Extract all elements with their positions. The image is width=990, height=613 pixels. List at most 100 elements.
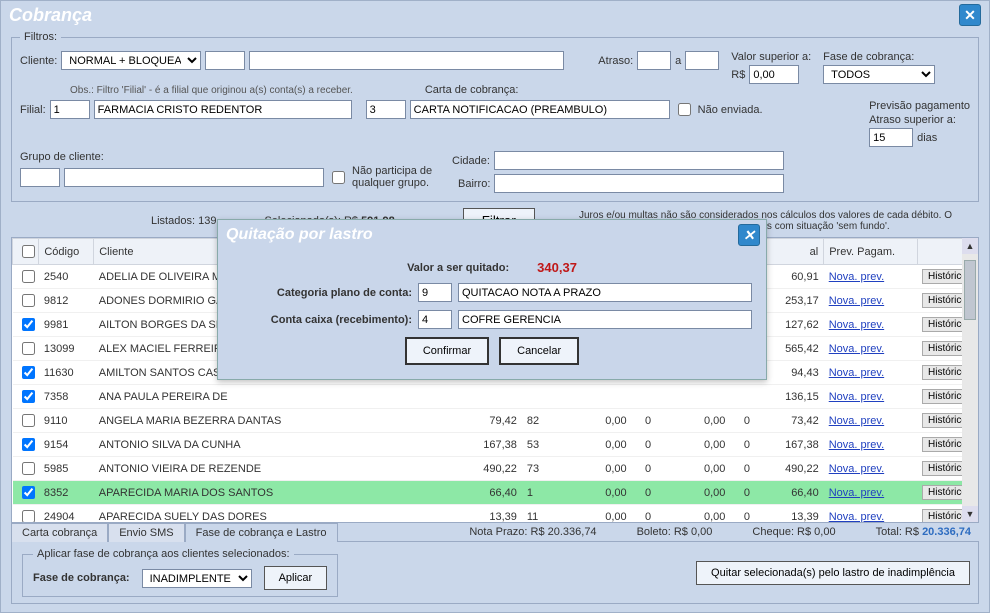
nova-prev-link[interactable]: Nova. prev.	[829, 271, 884, 283]
table-row[interactable]: 9154ANTONIO SILVA DA CUNHA167,38530,0000…	[13, 433, 978, 457]
row-checkbox[interactable]	[22, 462, 35, 475]
caixa-name-input[interactable]	[458, 310, 752, 329]
carta-name-input[interactable]	[410, 100, 670, 119]
table-row[interactable]: 5985ANTONIO VIEIRA DE REZENDE490,22730,0…	[13, 457, 978, 481]
nova-prev-link[interactable]: Nova. prev.	[829, 463, 884, 475]
row-checkbox[interactable]	[22, 318, 35, 331]
tab-carta-cobranca[interactable]: Carta cobrança	[11, 523, 108, 542]
grupo-name-input[interactable]	[64, 168, 324, 187]
table-row[interactable]: 24904APARECIDA SUELY DAS DORES13,39110,0…	[13, 505, 978, 524]
bairro-input[interactable]	[494, 174, 784, 193]
nao-participa-checkbox[interactable]	[332, 171, 345, 184]
filial-name-input[interactable]	[94, 100, 352, 119]
previsao-label1: Previsão pagamento	[869, 100, 970, 112]
grupo-label: Grupo de cliente:	[20, 151, 440, 163]
row-checkbox[interactable]	[22, 390, 35, 403]
total-value: 20.336,74	[922, 526, 971, 538]
nao-enviada-checkbox[interactable]	[678, 103, 691, 116]
row-codigo: 9981	[39, 313, 94, 337]
dialog-close-icon[interactable]: ✕	[738, 224, 760, 246]
atraso-from-input[interactable]	[637, 51, 671, 70]
quitar-button[interactable]: Quitar selecionada(s) pelo lastro de ina…	[696, 561, 970, 585]
total-nota: Nota Prazo: R$ 20.336,74	[469, 526, 596, 538]
row-al: 94,43	[763, 361, 823, 385]
listados-label: Listados:	[151, 215, 195, 227]
row-codigo: 11630	[39, 361, 94, 385]
valor-value: 340,37	[537, 260, 577, 275]
row-al: 167,38	[763, 433, 823, 457]
row-checkbox[interactable]	[22, 342, 35, 355]
previsao-input[interactable]	[869, 128, 913, 147]
caixa-code-input[interactable]	[418, 310, 452, 329]
cancelar-button[interactable]: Cancelar	[499, 337, 579, 365]
cidade-input[interactable]	[494, 151, 784, 170]
atraso-a: a	[675, 55, 681, 67]
dialog-title: Quitação por lastro	[226, 226, 373, 243]
categoria-code-input[interactable]	[418, 283, 452, 302]
previsao-label2: Atraso superior a:	[869, 114, 970, 126]
valor-label: Valor a ser quitado:	[407, 262, 509, 274]
nova-prev-link[interactable]: Nova. prev.	[829, 367, 884, 379]
row-codigo: 7358	[39, 385, 94, 409]
cliente-name-input[interactable]	[249, 51, 564, 70]
nova-prev-link[interactable]: Nova. prev.	[829, 439, 884, 451]
close-icon[interactable]: ✕	[959, 4, 981, 26]
row-checkbox[interactable]	[22, 510, 35, 523]
nova-prev-link[interactable]: Nova. prev.	[829, 487, 884, 499]
scroll-down-icon[interactable]: ▼	[962, 506, 978, 522]
nova-prev-link[interactable]: Nova. prev.	[829, 511, 884, 523]
col-codigo[interactable]: Código	[39, 239, 94, 265]
row-codigo: 9110	[39, 409, 94, 433]
vertical-scrollbar[interactable]: ▲ ▼	[962, 238, 978, 522]
row-checkbox[interactable]	[22, 438, 35, 451]
nova-prev-link[interactable]: Nova. prev.	[829, 391, 884, 403]
row-checkbox[interactable]	[22, 294, 35, 307]
apply-fieldset: Aplicar fase de cobrança aos clientes se…	[22, 548, 338, 597]
cliente-select[interactable]: NORMAL + BLOQUEADO	[61, 51, 201, 70]
row-al: 127,62	[763, 313, 823, 337]
fase-select-top[interactable]: TODOS	[823, 65, 935, 84]
categoria-label: Categoria plano de conta:	[232, 287, 412, 299]
row-checkbox[interactable]	[22, 414, 35, 427]
row-cliente: ANGELA MARIA BEZERRA DANTAS	[94, 409, 456, 433]
total-cheque: Cheque: R$ 0,00	[752, 526, 835, 538]
atraso-to-input[interactable]	[685, 51, 719, 70]
row-al: 565,42	[763, 337, 823, 361]
scroll-up-icon[interactable]: ▲	[962, 238, 978, 254]
table-row[interactable]: 7358ANA PAULA PEREIRA DE136,15Nova. prev…	[13, 385, 978, 409]
cliente-code-input[interactable]	[205, 51, 245, 70]
nova-prev-link[interactable]: Nova. prev.	[829, 295, 884, 307]
scroll-thumb[interactable]	[964, 260, 976, 320]
row-checkbox[interactable]	[22, 270, 35, 283]
listados-val: 139	[198, 215, 216, 227]
aplicar-button[interactable]: Aplicar	[264, 566, 328, 590]
nao-participa-label: Não participa de qualquer grupo.	[352, 165, 440, 189]
grupo-code-input[interactable]	[20, 168, 60, 187]
row-checkbox[interactable]	[22, 486, 35, 499]
tab-fase-lastro[interactable]: Fase de cobrança e Lastro	[185, 523, 338, 542]
fase-select-bottom[interactable]: INADIMPLENTE	[142, 569, 252, 588]
confirmar-button[interactable]: Confirmar	[405, 337, 489, 365]
categoria-name-input[interactable]	[458, 283, 752, 302]
carta-label: Carta de cobrança:	[425, 84, 519, 96]
table-row[interactable]: 8352APARECIDA MARIA DOS SANTOS66,4010,00…	[13, 481, 978, 505]
filial-code-input[interactable]	[50, 100, 90, 119]
row-checkbox[interactable]	[22, 366, 35, 379]
filters-legend: Filtros:	[20, 31, 61, 43]
row-cliente: APARECIDA MARIA DOS SANTOS	[94, 481, 456, 505]
tab-envio-sms[interactable]: Envio SMS	[108, 523, 184, 542]
nova-prev-link[interactable]: Nova. prev.	[829, 343, 884, 355]
carta-code-input[interactable]	[366, 100, 406, 119]
row-codigo: 9812	[39, 289, 94, 313]
nova-prev-link[interactable]: Nova. prev.	[829, 415, 884, 427]
table-row[interactable]: 9110ANGELA MARIA BEZERRA DANTAS79,42820,…	[13, 409, 978, 433]
atraso-label: Atraso:	[598, 55, 633, 67]
valor-sup-input[interactable]	[749, 65, 799, 84]
select-all-checkbox[interactable]	[22, 245, 35, 258]
nova-prev-link[interactable]: Nova. prev.	[829, 319, 884, 331]
bairro-label: Bairro:	[458, 178, 490, 190]
col-al[interactable]: al	[763, 239, 823, 265]
row-cliente: ANTONIO SILVA DA CUNHA	[94, 433, 456, 457]
col-prev[interactable]: Prev. Pagam.	[824, 239, 917, 265]
caixa-label: Conta caixa (recebimento):	[232, 314, 412, 326]
